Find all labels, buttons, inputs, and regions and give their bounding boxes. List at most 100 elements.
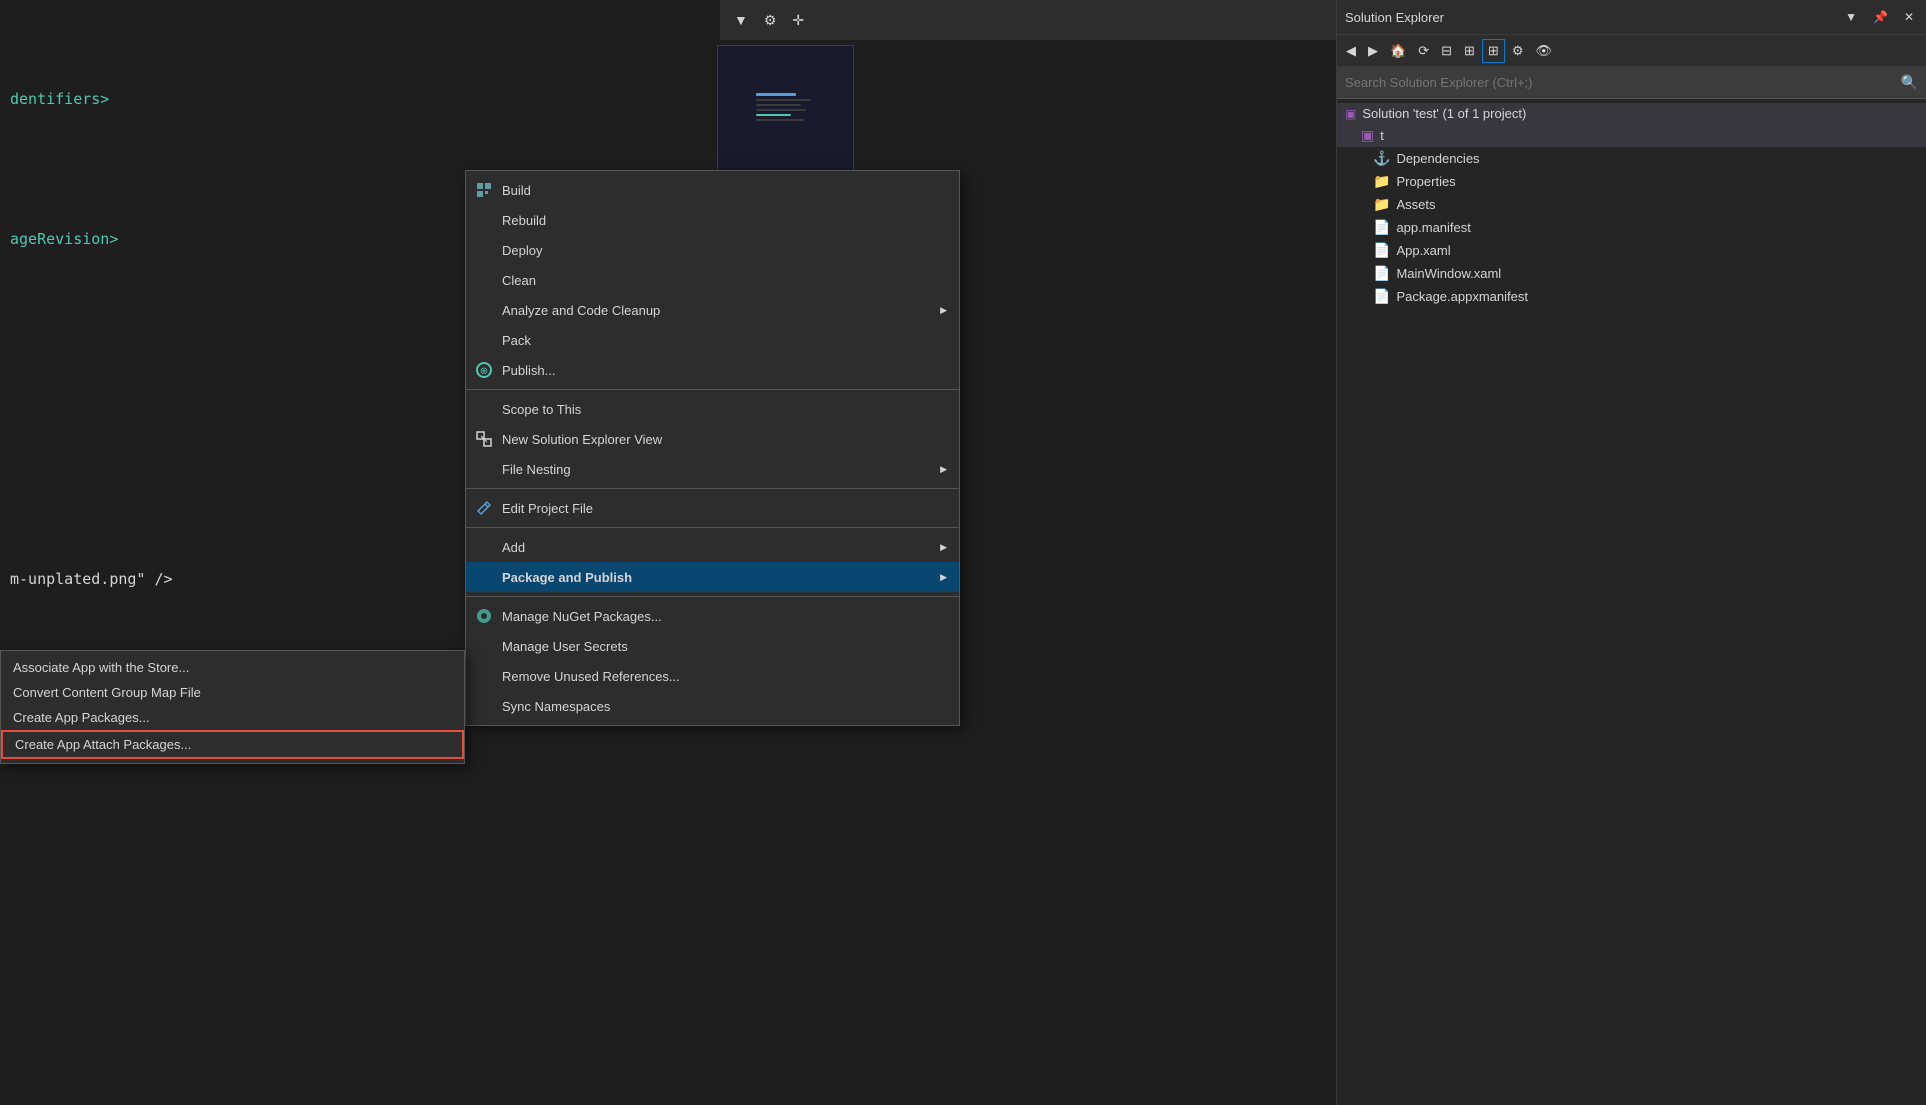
se-item-app-xaml[interactable]: 📄 App.xaml: [1337, 239, 1926, 262]
assets-icon: 📁: [1373, 196, 1390, 213]
editor-line-3: m-unplated.png" />: [10, 570, 173, 588]
analyze-arrow: [940, 305, 947, 316]
menu-clean-label: Clean: [502, 273, 947, 288]
analyze-spacer: [474, 300, 494, 320]
se-package-manifest-label: Package.appxmanifest: [1396, 289, 1528, 304]
se-item-package-appxmanifest[interactable]: 📄 Package.appxmanifest: [1337, 285, 1926, 308]
submenu-associate-label: Associate App with the Store...: [13, 660, 189, 675]
sep-1: [466, 389, 959, 390]
menu-item-remove-unused[interactable]: Remove Unused References...: [466, 661, 959, 691]
editor-line-1: dentifiers>: [10, 90, 109, 108]
se-view-btn[interactable]: ⊞: [1482, 39, 1505, 63]
se-search-icon: 🔍: [1901, 74, 1918, 91]
menu-pack-label: Pack: [502, 333, 947, 348]
clean-spacer: [474, 270, 494, 290]
settings-btn[interactable]: ⚙: [758, 8, 783, 33]
se-mainwindow-label: MainWindow.xaml: [1396, 266, 1501, 281]
se-app-xaml-label: App.xaml: [1396, 243, 1450, 258]
se-home-btn[interactable]: 🏠: [1385, 40, 1411, 62]
menu-item-edit-project[interactable]: Edit Project File: [466, 493, 959, 523]
se-properties-label: Properties: [1396, 174, 1455, 189]
menu-item-scope[interactable]: Scope to This: [466, 394, 959, 424]
menu-publish-label: Publish...: [502, 363, 947, 378]
menu-item-deploy[interactable]: Deploy: [466, 235, 959, 265]
menu-item-pack[interactable]: Pack: [466, 325, 959, 355]
menu-add-label: Add: [502, 540, 932, 555]
menu-edit-project-label: Edit Project File: [502, 501, 947, 516]
package-publish-arrow: [940, 572, 947, 583]
menu-item-analyze[interactable]: Analyze and Code Cleanup: [466, 295, 959, 325]
submenu-convert[interactable]: Convert Content Group Map File: [1, 680, 464, 705]
menu-package-publish-label: Package and Publish: [502, 570, 932, 585]
menu-new-view-label: New Solution Explorer View: [502, 432, 947, 447]
sep-2: [466, 488, 959, 489]
submenu-associate[interactable]: Associate App with the Store...: [1, 655, 464, 680]
add-spacer: [474, 537, 494, 557]
submenu-create-packages[interactable]: Create App Packages...: [1, 705, 464, 730]
context-menu: Build Rebuild Deploy Clean Analyze and C…: [465, 170, 960, 726]
menu-item-clean[interactable]: Clean: [466, 265, 959, 295]
se-item-app-manifest[interactable]: 📄 app.manifest: [1337, 216, 1926, 239]
mainwindow-icon: 📄: [1373, 265, 1390, 282]
se-root-item[interactable]: ▣ Solution 'test' (1 of 1 project): [1337, 103, 1926, 124]
pack-spacer: [474, 330, 494, 350]
dropdown-arrow-btn[interactable]: ▼: [728, 8, 754, 32]
menu-sync-ns-label: Sync Namespaces: [502, 699, 947, 714]
se-close-btn[interactable]: ✕: [1900, 8, 1918, 26]
manifest-icon: 📄: [1373, 219, 1390, 236]
dependencies-icon: ⚓: [1373, 150, 1390, 167]
menu-item-add[interactable]: Add: [466, 532, 959, 562]
secrets-spacer: [474, 636, 494, 656]
build-icon: [474, 180, 494, 200]
submenu-create-attach-label: Create App Attach Packages...: [15, 737, 191, 752]
menu-item-new-view[interactable]: New Solution Explorer View: [466, 424, 959, 454]
submenu-create-packages-label: Create App Packages...: [13, 710, 150, 725]
edit-project-icon: [474, 498, 494, 518]
se-titlebar: Solution Explorer ▼ 📌 ✕: [1337, 0, 1926, 35]
se-forward-btn[interactable]: ▶: [1363, 40, 1383, 62]
file-nesting-arrow: [940, 464, 947, 475]
se-title: Solution Explorer: [1345, 10, 1833, 25]
menu-item-manage-secrets[interactable]: Manage User Secrets: [466, 631, 959, 661]
se-item-mainwindow-xaml[interactable]: 📄 MainWindow.xaml: [1337, 262, 1926, 285]
scope-spacer: [474, 399, 494, 419]
se-filter-btn[interactable]: ⊟: [1436, 40, 1457, 62]
deploy-spacer: [474, 240, 494, 260]
menu-item-publish[interactable]: ⊕ Publish...: [466, 355, 959, 385]
se-search-input[interactable]: [1345, 75, 1901, 90]
se-search-bar[interactable]: 🔍: [1337, 67, 1926, 99]
menu-item-sync-namespaces[interactable]: Sync Namespaces: [466, 691, 959, 721]
se-item-properties[interactable]: 📁 Properties: [1337, 170, 1926, 193]
se-settings-btn[interactable]: ⚙: [1507, 40, 1529, 62]
rebuild-spacer: [474, 210, 494, 230]
sync-ns-spacer: [474, 696, 494, 716]
solution-explorer-panel: Solution Explorer ▼ 📌 ✕ ◀ ▶ 🏠 ⟳ ⊟ ⊞ ⊞ ⚙ …: [1336, 0, 1926, 1105]
se-collapse-btn[interactable]: ⊞: [1459, 40, 1480, 62]
submenu-create-attach[interactable]: Create App Attach Packages...: [1, 730, 464, 759]
se-app-manifest-label: app.manifest: [1396, 220, 1470, 235]
package-publish-submenu: Associate App with the Store... Convert …: [0, 650, 465, 764]
menu-item-file-nesting[interactable]: File Nesting: [466, 454, 959, 484]
menu-item-package-publish[interactable]: Package and Publish: [466, 562, 959, 592]
menu-item-rebuild[interactable]: Rebuild: [466, 205, 959, 235]
solution-icon: ▣: [1345, 107, 1356, 121]
se-assets-label: Assets: [1396, 197, 1435, 212]
move-btn[interactable]: ✛: [786, 8, 810, 33]
se-sync-btn[interactable]: ⟳: [1413, 40, 1434, 62]
menu-scope-label: Scope to This: [502, 402, 947, 417]
se-root-label: Solution 'test' (1 of 1 project): [1362, 106, 1526, 121]
se-item-dependencies[interactable]: ⚓ Dependencies: [1337, 147, 1926, 170]
se-project-label: t: [1380, 128, 1384, 143]
menu-item-build[interactable]: Build: [466, 175, 959, 205]
se-pin-btn[interactable]: 📌: [1869, 8, 1892, 26]
appxaml-icon: 📄: [1373, 242, 1390, 259]
menu-item-manage-nuget[interactable]: Manage NuGet Packages...: [466, 601, 959, 631]
se-project-item[interactable]: ▣ t: [1337, 124, 1926, 147]
add-arrow: [940, 542, 947, 553]
se-back-btn[interactable]: ◀: [1341, 40, 1361, 62]
project-icon: ▣: [1361, 127, 1374, 144]
se-dropdown-btn[interactable]: ▼: [1841, 8, 1861, 26]
se-preview-btn[interactable]: 👁: [1530, 40, 1557, 62]
se-item-assets[interactable]: 📁 Assets: [1337, 193, 1926, 216]
mini-preview: [717, 45, 854, 180]
